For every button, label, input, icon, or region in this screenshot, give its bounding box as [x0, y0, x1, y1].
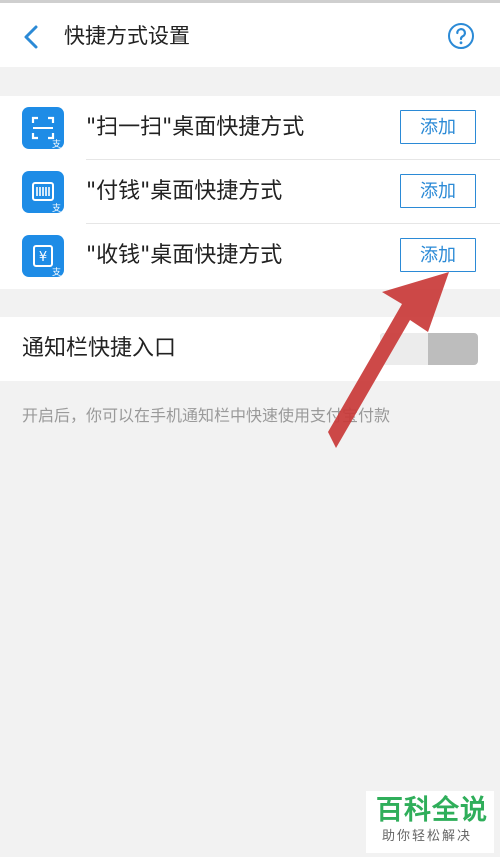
nav-header: 快捷方式设置: [0, 3, 500, 67]
barcode-icon: 支: [22, 171, 64, 213]
svg-text:支: 支: [52, 138, 61, 149]
red-arrow-annotation: [328, 272, 449, 448]
add-scan-shortcut-button[interactable]: 添加: [400, 110, 476, 144]
help-button[interactable]: [447, 22, 475, 50]
shortcut-row-scan: 支 "扫一扫"桌面快捷方式 添加: [0, 96, 500, 160]
scan-icon: 支: [22, 107, 64, 149]
shortcut-label: "收钱"桌面快捷方式: [86, 243, 283, 268]
shortcut-label: "付钱"桌面快捷方式: [86, 179, 283, 204]
help-circle-icon: [448, 23, 474, 49]
watermark: 百科全说 助你轻松解决: [366, 791, 494, 853]
svg-text:支: 支: [52, 202, 61, 213]
watermark-title: 百科全说: [376, 795, 488, 826]
back-button[interactable]: [14, 19, 50, 55]
add-pay-shortcut-button[interactable]: 添加: [400, 174, 476, 208]
page-title: 快捷方式设置: [64, 24, 190, 48]
chevron-left-icon: [24, 25, 38, 49]
shortcut-label: "扫一扫"桌面快捷方式: [86, 115, 305, 140]
yuan-receipt-icon: ¥ 支: [22, 235, 64, 277]
shortcut-row-pay: 支 "付钱"桌面快捷方式 添加: [0, 160, 500, 224]
watermark-subtitle: 助你轻松解决: [382, 829, 473, 844]
svg-text:¥: ¥: [39, 250, 47, 265]
notification-label: 通知栏快捷入口: [22, 336, 177, 361]
svg-text:支: 支: [52, 266, 61, 277]
